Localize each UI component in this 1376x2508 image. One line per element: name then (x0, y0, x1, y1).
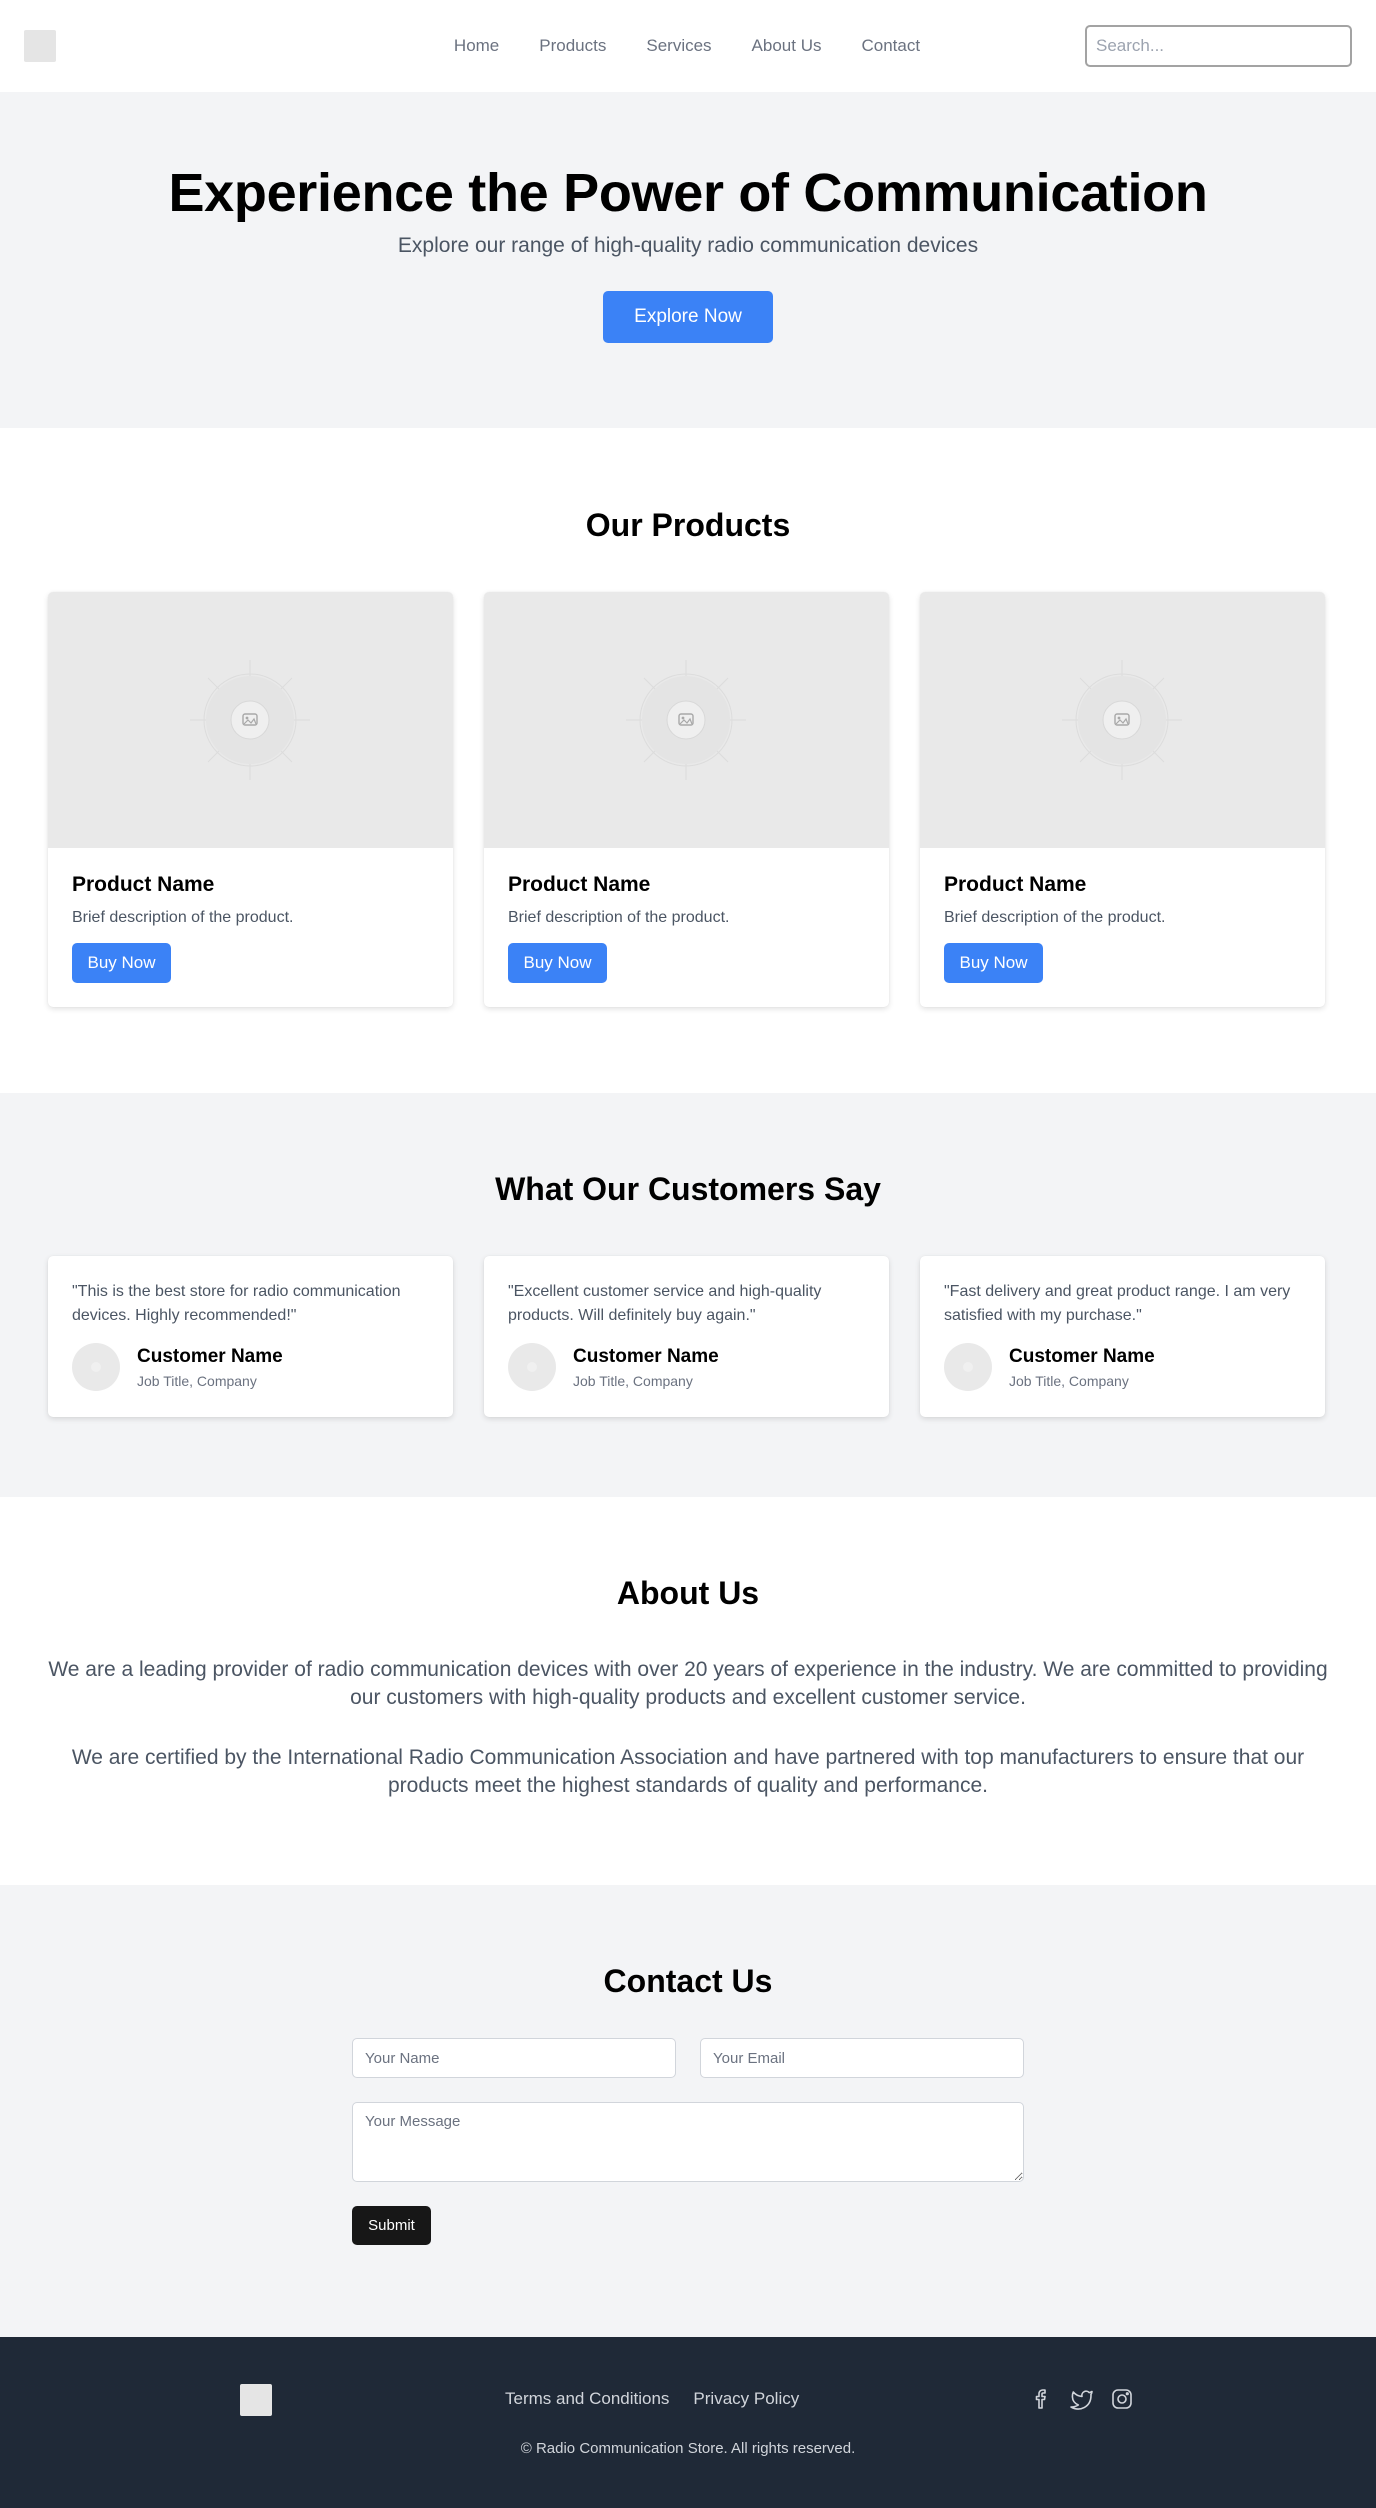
testimonial-card: "Excellent customer service and high-qua… (484, 1256, 889, 1417)
name-field[interactable] (352, 2038, 676, 2078)
testimonial-grid: "This is the best store for radio commun… (0, 1256, 1376, 1417)
product-description: Brief description of the product. (72, 909, 294, 926)
hero-title: Experience the Power of Communication (168, 163, 1208, 223)
testimonials-title: What Our Customers Say (495, 1171, 881, 1207)
hero-section: Experience the Power of Communication Ex… (0, 92, 1376, 428)
copyright-text: © Radio Communication Store. All rights … (520, 2440, 856, 2457)
product-card: Product Name Brief description of the pr… (48, 592, 453, 1007)
nav-contact[interactable]: Contact (861, 36, 920, 56)
product-image-placeholder (48, 592, 453, 848)
contact-section: Contact Us Submit (0, 1885, 1376, 2337)
facebook-icon[interactable] (1030, 2387, 1054, 2411)
contact-title: Contact Us (603, 1963, 773, 1999)
customer-info: Customer Name Job Title, Company (72, 1343, 429, 1391)
site-header: Home Products Services About Us Contact (0, 0, 1376, 92)
customer-role: Job Title, Company (1009, 1372, 1129, 1389)
testimonial-quote: "This is the best store for radio commun… (72, 1283, 401, 1324)
contact-form: Submit (352, 2038, 1024, 2245)
nav-home[interactable]: Home (454, 36, 499, 56)
email-field[interactable] (700, 2038, 1024, 2078)
customer-info: Customer Name Job Title, Company (508, 1343, 865, 1391)
testimonial-card: "This is the best store for radio commun… (48, 1256, 453, 1417)
buy-now-button[interactable]: Buy Now (508, 943, 607, 983)
product-image-placeholder (484, 592, 889, 848)
avatar (944, 1343, 992, 1391)
buy-now-button[interactable]: Buy Now (944, 943, 1043, 983)
customer-role: Job Title, Company (137, 1372, 257, 1389)
customer-name: Customer Name (573, 1345, 719, 1367)
search-input[interactable] (1085, 25, 1352, 67)
products-section: Our Products Product Name Brief descript… (0, 428, 1376, 1093)
main-nav: Home Products Services About Us Contact (454, 36, 920, 56)
twitter-icon[interactable] (1070, 2387, 1094, 2411)
product-card: Product Name Brief description of the pr… (484, 592, 889, 1007)
product-name: Product Name (944, 873, 1087, 896)
nav-services[interactable]: Services (646, 36, 711, 56)
customer-name: Customer Name (1009, 1345, 1155, 1367)
terms-link[interactable]: Terms and Conditions (505, 2389, 669, 2409)
testimonial-quote: "Fast delivery and great product range. … (944, 1283, 1291, 1324)
product-name: Product Name (508, 873, 651, 896)
product-description: Brief description of the product. (944, 909, 1166, 926)
nav-products[interactable]: Products (539, 36, 606, 56)
image-placeholder-icon (1062, 660, 1182, 780)
buy-now-button[interactable]: Buy Now (72, 943, 171, 983)
message-field[interactable] (352, 2102, 1024, 2182)
about-paragraph: We are certified by the International Ra… (71, 1746, 1305, 1797)
customer-name: Customer Name (137, 1345, 283, 1367)
footer-links: Terms and Conditions Privacy Policy (505, 2389, 799, 2409)
about-paragraph: We are a leading provider of radio commu… (48, 1658, 1328, 1709)
instagram-icon[interactable] (1110, 2387, 1134, 2411)
hero-subtitle: Explore our range of high-quality radio … (397, 234, 979, 257)
about-section: About Us We are a leading provider of ra… (0, 1497, 1376, 1885)
products-title: Our Products (585, 507, 791, 543)
testimonial-card: "Fast delivery and great product range. … (920, 1256, 1325, 1417)
image-placeholder-icon (626, 660, 746, 780)
image-placeholder-icon (190, 660, 310, 780)
product-card: Product Name Brief description of the pr… (920, 592, 1325, 1007)
testimonials-section: What Our Customers Say "This is the best… (0, 1093, 1376, 1497)
customer-role: Job Title, Company (573, 1372, 693, 1389)
submit-button[interactable]: Submit (352, 2206, 431, 2245)
explore-now-button[interactable]: Explore Now (603, 291, 773, 343)
social-links (1030, 2387, 1134, 2411)
avatar (508, 1343, 556, 1391)
avatar (72, 1343, 120, 1391)
footer-logo[interactable] (240, 2384, 272, 2416)
about-title: About Us (616, 1575, 760, 1611)
customer-info: Customer Name Job Title, Company (944, 1343, 1301, 1391)
privacy-link[interactable]: Privacy Policy (693, 2389, 799, 2409)
logo[interactable] (24, 30, 56, 62)
testimonial-quote: "Excellent customer service and high-qua… (508, 1283, 822, 1324)
product-name: Product Name (72, 873, 215, 896)
nav-about-us[interactable]: About Us (752, 36, 822, 56)
product-description: Brief description of the product. (508, 909, 730, 926)
site-footer: Terms and Conditions Privacy Policy © Ra… (0, 2337, 1376, 2508)
product-image-placeholder (920, 592, 1325, 848)
product-grid: Product Name Brief description of the pr… (0, 592, 1376, 1007)
